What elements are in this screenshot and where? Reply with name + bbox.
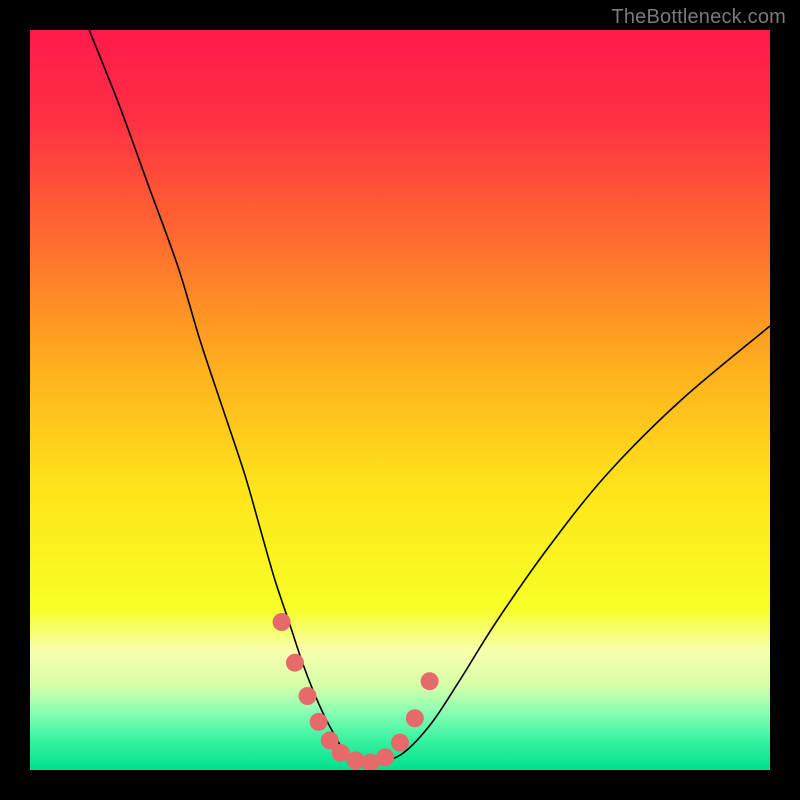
highlight-dot [286,654,304,672]
curve-layer [30,30,770,770]
bottleneck-highlight-dots [273,613,439,770]
highlight-dot [273,613,291,631]
highlight-dot [310,713,328,731]
highlight-dot [299,687,317,705]
chart-frame: TheBottleneck.com [0,0,800,800]
highlight-dot [406,709,424,727]
highlight-dot [376,748,394,766]
watermark-text: TheBottleneck.com [611,6,786,29]
plot-area [30,30,770,770]
highlight-dot [421,672,439,690]
bottleneck-curve [89,30,770,763]
highlight-dot [391,734,409,752]
